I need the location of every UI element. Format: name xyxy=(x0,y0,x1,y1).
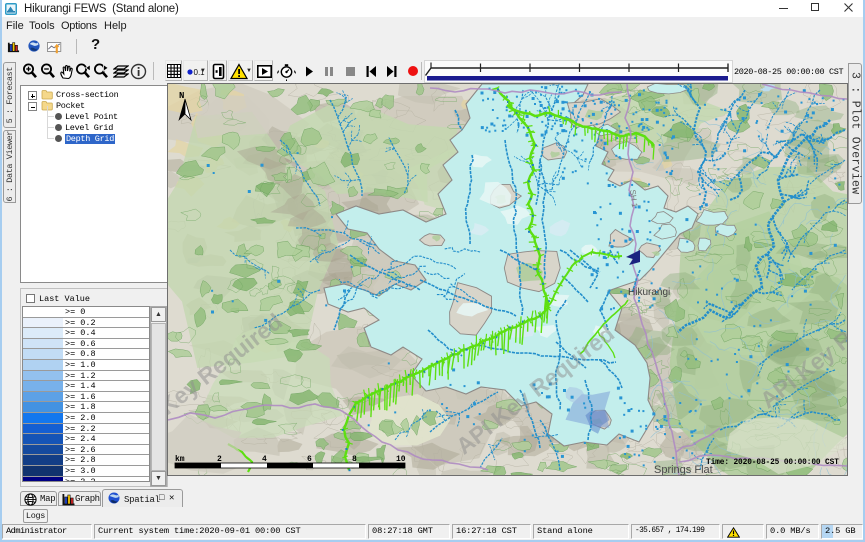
svg-text:Springs Flat: Springs Flat xyxy=(654,464,713,475)
svg-text:Time: 2020-08-25 00:00:00 CST: Time: 2020-08-25 00:00:00 CST xyxy=(706,459,839,467)
svg-text:Hikurangi: Hikurangi xyxy=(628,287,670,298)
svg-text:N: N xyxy=(179,91,184,101)
